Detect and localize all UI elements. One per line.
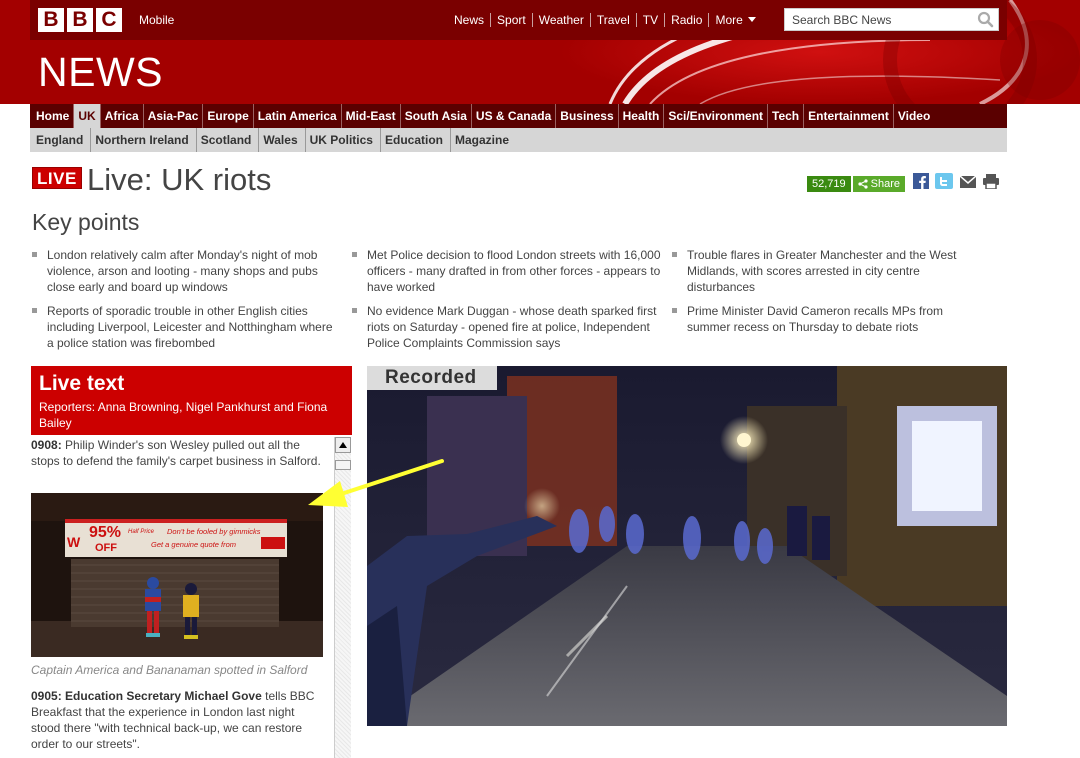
svg-text:W: W — [67, 534, 81, 550]
key-point-item: Trouble flares in Greater Manchester and… — [672, 247, 972, 295]
sign-text: Get a genuine quote from — [151, 540, 236, 549]
search-box — [784, 8, 999, 31]
live-text-feed: 0908: Philip Winder's son Wesley pulled … — [31, 435, 333, 758]
nav-home[interactable]: Home — [32, 104, 73, 128]
masthead: B B C Mobile News Sport Weather Travel T… — [0, 0, 1080, 104]
share-button[interactable]: Share — [852, 175, 906, 192]
global-nav-sport[interactable]: Sport — [490, 13, 532, 27]
nav-asia-pac[interactable]: Asia-Pac — [142, 104, 203, 128]
video-still — [367, 366, 1007, 726]
key-point-item: Met Police decision to flood London stre… — [352, 247, 664, 295]
share-tools: 52,719 Share — [807, 173, 1000, 194]
global-nav-weather[interactable]: Weather — [531, 13, 590, 27]
sign-small: Half Price — [128, 529, 155, 535]
nav-business[interactable]: Business — [555, 104, 617, 128]
key-points-heading: Key points — [32, 209, 140, 235]
nav-mid-east[interactable]: Mid-East — [340, 104, 400, 128]
main-nav: Home UK Africa Asia-Pac Europe Latin Ame… — [30, 104, 1007, 128]
nav-latin-america[interactable]: Latin America — [252, 104, 341, 128]
entry-time: 0908: — [31, 438, 62, 452]
sign-discount: 95% — [89, 524, 121, 541]
nav-sci-environment[interactable]: Sci/Environment — [663, 104, 767, 128]
key-point-item: No evidence Mark Duggan - whose death sp… — [352, 303, 664, 351]
entry-highlight: Education Secretary Michael Gove — [61, 689, 262, 703]
subnav-scotland[interactable]: Scotland — [195, 128, 259, 152]
page-title: Live: UK riots — [87, 162, 272, 197]
bbc-logo-block: B — [67, 8, 93, 32]
live-entry: 0905: Education Secretary Michael Gove t… — [31, 688, 323, 752]
live-entry: 0908: Philip Winder's son Wesley pulled … — [31, 437, 323, 469]
live-badge: LIVE — [32, 167, 82, 189]
triangle-up-icon — [339, 442, 347, 448]
nav-europe[interactable]: Europe — [202, 104, 252, 128]
facebook-icon[interactable] — [913, 173, 930, 194]
key-point-item: Prime Minister David Cameron recalls MPs… — [672, 303, 982, 335]
entry-time: 0905: — [31, 689, 62, 703]
chevron-down-icon — [747, 17, 756, 22]
live-text-reporters: Reporters: Anna Browning, Nigel Pankhurs… — [39, 400, 328, 430]
share-label: Share — [870, 177, 901, 190]
key-point-item: Reports of sporadic trouble in other Eng… — [32, 303, 342, 351]
global-nav-travel[interactable]: Travel — [589, 13, 636, 27]
global-nav-more[interactable]: More — [708, 13, 761, 27]
nav-health[interactable]: Health — [617, 104, 664, 128]
entry-text: Philip Winder's son Wesley pulled out al… — [31, 438, 321, 468]
subnav-magazine[interactable]: Magazine — [450, 128, 516, 152]
subnav-education[interactable]: Education — [379, 128, 450, 152]
bbc-logo[interactable]: B B C — [38, 8, 122, 32]
twitter-icon[interactable] — [935, 173, 954, 194]
nav-africa[interactable]: Africa — [99, 104, 143, 128]
email-icon[interactable] — [959, 174, 977, 193]
subnav-wales[interactable]: Wales — [258, 128, 304, 152]
mobile-link[interactable]: Mobile — [139, 13, 174, 27]
bbc-logo-block: B — [38, 8, 64, 32]
nav-us-canada[interactable]: US & Canada — [470, 104, 555, 128]
scroll-up-button[interactable] — [335, 437, 351, 453]
global-nav: News Sport Weather Travel TV Radio More — [448, 13, 762, 27]
nav-video[interactable]: Video — [892, 104, 934, 128]
live-text-title: Live text — [39, 372, 125, 395]
key-point-item: London relatively calm after Monday's ni… — [32, 247, 332, 295]
print-icon[interactable] — [983, 173, 1000, 194]
nav-entertainment[interactable]: Entertainment — [803, 104, 893, 128]
share-icon — [858, 178, 868, 189]
search-input[interactable] — [785, 9, 973, 30]
entry-photo: W 95% OFF Half Price Don't be fooled by … — [31, 493, 323, 657]
nav-tech[interactable]: Tech — [767, 104, 803, 128]
news-wordmark[interactable]: NEWS — [38, 48, 163, 96]
bbc-logo-block: C — [96, 8, 122, 32]
subnav-uk-politics[interactable]: UK Politics — [304, 128, 380, 152]
global-nav-radio[interactable]: Radio — [664, 13, 708, 27]
search-icon[interactable] — [977, 11, 994, 28]
page: B B C Mobile News Sport Weather Travel T… — [0, 0, 1080, 758]
subnav-england[interactable]: England — [32, 128, 90, 152]
video-player[interactable]: Recorded — [367, 366, 1007, 726]
photo-caption: Captain America and Bananaman spotted in… — [31, 663, 308, 677]
sign-text: Don't be fooled by gimmicks — [167, 527, 261, 536]
annotation-arrow — [308, 459, 444, 507]
live-text-header: Live text Reporters: Anna Browning, Nige… — [31, 366, 352, 435]
sign-off: OFF — [95, 542, 117, 554]
subnav-northern-ireland[interactable]: Northern Ireland — [90, 128, 195, 152]
nav-uk[interactable]: UK — [73, 104, 100, 128]
global-nav-more-label: More — [715, 13, 743, 27]
global-nav-news[interactable]: News — [448, 13, 490, 27]
global-nav-tv[interactable]: TV — [635, 13, 664, 27]
sub-nav: England Northern Ireland Scotland Wales … — [30, 128, 1007, 152]
share-count: 52,719 — [807, 175, 851, 192]
recorded-label: Recorded — [367, 366, 497, 390]
nav-south-asia[interactable]: South Asia — [399, 104, 471, 128]
